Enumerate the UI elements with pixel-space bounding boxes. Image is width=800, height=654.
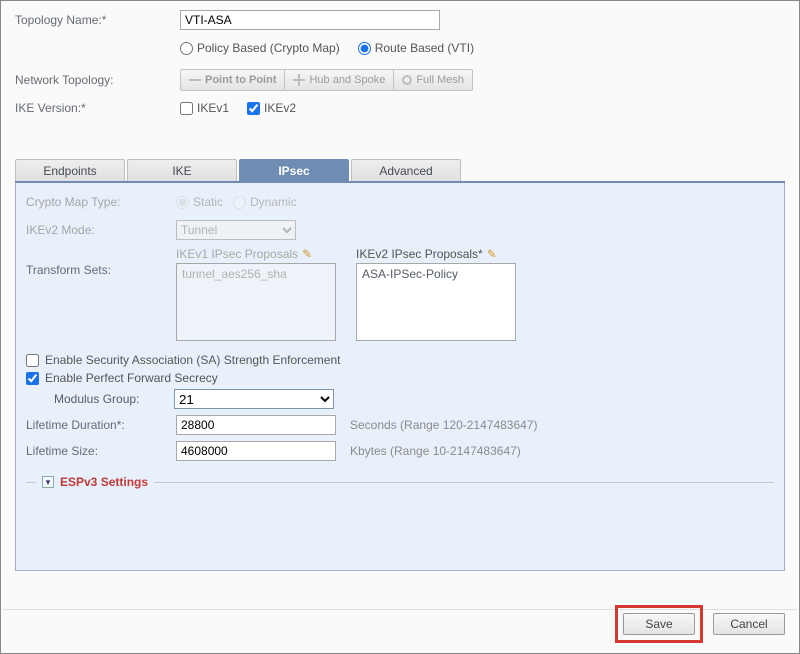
policy-based-label: Policy Based (Crypto Map) [197, 41, 340, 55]
lifetime-duration-hint: Seconds (Range 120-2147483647) [350, 418, 537, 432]
modulus-row: Modulus Group: 21 [54, 389, 774, 409]
tab-ipsec[interactable]: IPsec [239, 159, 349, 181]
transform-sets-label: Transform Sets: [26, 263, 176, 277]
hub-label: Hub and Spoke [309, 74, 385, 86]
lifetime-duration-row: Lifetime Duration*: Seconds (Range 120-2… [26, 415, 774, 435]
edit-icon[interactable]: ✎ [302, 247, 312, 261]
policy-based-radio[interactable]: Policy Based (Crypto Map) [180, 41, 340, 55]
topology-p2p-button[interactable]: Point to Point [180, 69, 285, 91]
lifetime-duration-input[interactable] [176, 415, 336, 435]
sa-enforce-label: Enable Security Association (SA) Strengt… [45, 353, 340, 367]
cancel-button[interactable]: Cancel [713, 613, 785, 635]
topology-hub-button[interactable]: Hub and Spoke [285, 69, 394, 91]
crypto-static-label: Static [193, 195, 223, 209]
route-based-label: Route Based (VTI) [375, 41, 474, 55]
mesh-icon [402, 75, 412, 85]
crypto-map-type-label: Crypto Map Type: [26, 195, 176, 209]
p2p-label: Point to Point [205, 74, 276, 86]
save-highlight: Save [615, 605, 703, 643]
ikev2-mode-select: Tunnel [176, 220, 296, 240]
topology-name-input[interactable] [180, 10, 440, 30]
policy-based-radio-input[interactable] [180, 42, 193, 55]
lifetime-size-hint: Kbytes (Range 10-2147483647) [350, 444, 521, 458]
ikev2-mode-label: IKEv2 Mode: [26, 223, 176, 237]
crypto-dynamic-radio: Dynamic [233, 195, 297, 209]
ipsec-panel: Crypto Map Type: Static Dynamic IKEv2 Mo… [15, 183, 785, 571]
sa-enforce-row[interactable]: Enable Security Association (SA) Strengt… [26, 353, 774, 367]
tab-ike[interactable]: IKE [127, 159, 237, 181]
route-based-radio-input[interactable] [358, 42, 371, 55]
ike-version-label: IKE Version:* [15, 101, 180, 115]
crypto-static-radio-input [176, 196, 189, 209]
espv3-section-header[interactable]: ▾ ESPv3 Settings [26, 475, 774, 489]
dialog-footer: Save Cancel [615, 605, 785, 643]
p2p-icon [189, 74, 201, 86]
ikev2-proposals-title: IKEv2 IPsec Proposals* ✎ [356, 247, 516, 261]
pfs-label: Enable Perfect Forward Secrecy [45, 371, 218, 385]
topology-basis-group: Policy Based (Crypto Map) Route Based (V… [180, 41, 474, 55]
espv3-title: ESPv3 Settings [60, 475, 148, 489]
route-based-radio[interactable]: Route Based (VTI) [358, 41, 474, 55]
crypto-static-radio: Static [176, 195, 223, 209]
lifetime-duration-label: Lifetime Duration*: [26, 418, 176, 432]
lifetime-size-input[interactable] [176, 441, 336, 461]
sa-enforce-checkbox[interactable] [26, 354, 39, 367]
pfs-row[interactable]: Enable Perfect Forward Secrecy [26, 371, 774, 385]
ikev2-proposals-col: IKEv2 IPsec Proposals* ✎ ASA-IPSec-Polic… [356, 247, 516, 341]
hub-icon [293, 74, 305, 86]
ikev1-check[interactable]: IKEv1 [180, 101, 229, 115]
ikev1-checkbox[interactable] [180, 102, 193, 115]
ikev1-proposals-title: IKEv1 IPsec Proposals ✎ [176, 247, 336, 261]
ikev1-proposals-col: IKEv1 IPsec Proposals ✎ tunnel_aes256_sh… [176, 247, 336, 341]
topology-name-label: Topology Name:* [15, 13, 180, 27]
ikev2-check[interactable]: IKEv2 [247, 101, 296, 115]
ikev2-checkbox[interactable] [247, 102, 260, 115]
lifetime-size-row: Lifetime Size: Kbytes (Range 10-21474836… [26, 441, 774, 461]
crypto-dynamic-label: Dynamic [250, 195, 297, 209]
lifetime-size-label: Lifetime Size: [26, 444, 176, 458]
chevron-down-icon[interactable]: ▾ [42, 476, 54, 488]
tab-bar: Endpoints IKE IPsec Advanced [15, 159, 785, 183]
edit-icon[interactable]: ✎ [487, 247, 497, 261]
pfs-checkbox[interactable] [26, 372, 39, 385]
topology-mesh-button[interactable]: Full Mesh [394, 69, 473, 91]
network-topology-segmented: Point to Point Hub and Spoke Full Mesh [180, 69, 473, 91]
ikev1-proposals-box: tunnel_aes256_sha [176, 263, 336, 341]
ikev1-label: IKEv1 [197, 101, 229, 115]
tab-endpoints[interactable]: Endpoints [15, 159, 125, 181]
mesh-label: Full Mesh [416, 74, 464, 86]
modulus-label: Modulus Group: [54, 392, 166, 406]
transform-sets-container: IKEv1 IPsec Proposals ✎ tunnel_aes256_sh… [176, 247, 516, 341]
network-topology-label: Network Topology: [15, 73, 180, 87]
crypto-dynamic-radio-input [233, 196, 246, 209]
save-button[interactable]: Save [623, 613, 695, 635]
ikev2-label: IKEv2 [264, 101, 296, 115]
modulus-select[interactable]: 21 [174, 389, 334, 409]
tab-advanced[interactable]: Advanced [351, 159, 461, 181]
ikev2-proposals-box[interactable]: ASA-IPSec-Policy [356, 263, 516, 341]
